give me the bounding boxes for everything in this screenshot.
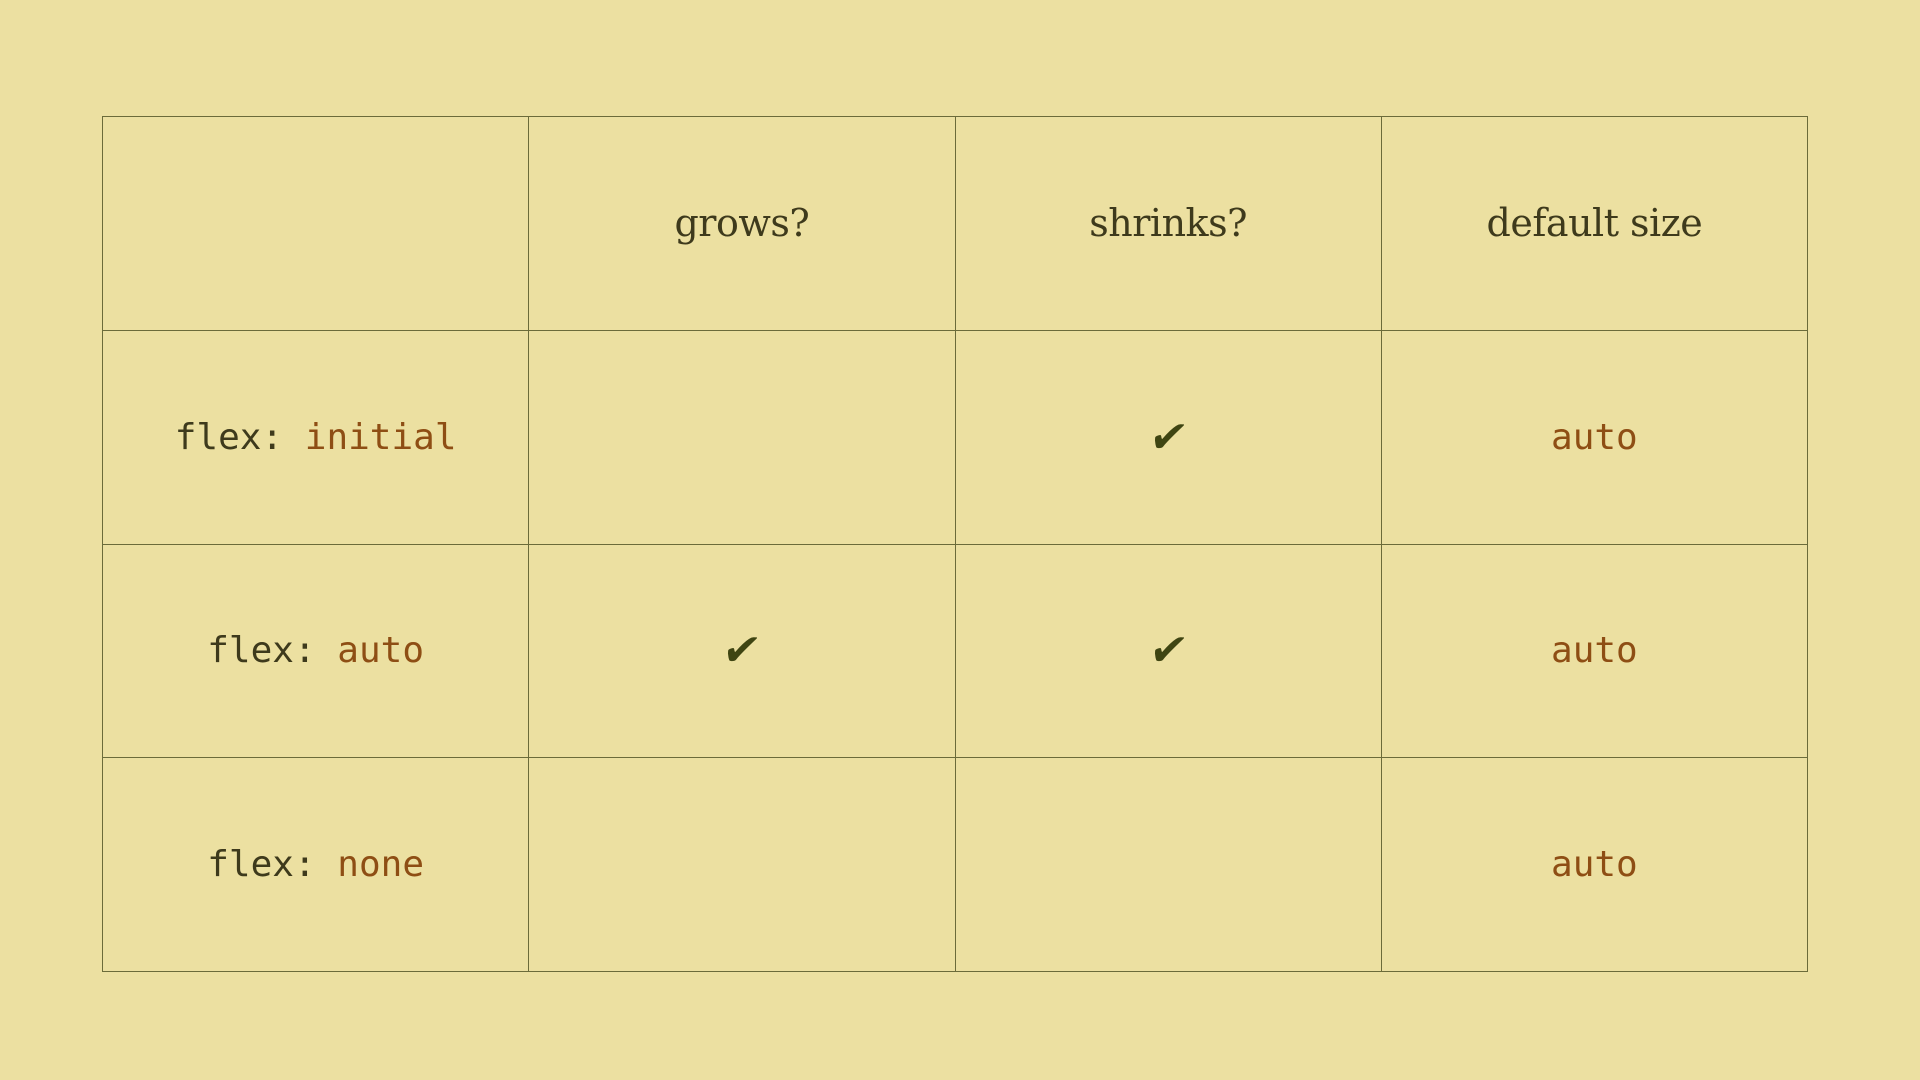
checkmark-icon: ✔ <box>1145 625 1192 677</box>
flex-comparison-table: grows? shrinks? default size flex: initi… <box>101 116 1809 972</box>
css-value: initial <box>304 416 457 458</box>
default-size-value: auto <box>1551 844 1638 886</box>
header-cell-shrinks: shrinks? <box>954 116 1382 331</box>
grows-cell <box>528 757 956 972</box>
checkmark-icon: ✔ <box>1145 411 1192 463</box>
shrinks-cell <box>954 757 1382 972</box>
flex-declaration: flex: initial <box>175 417 457 458</box>
shrinks-cell: ✔ <box>954 543 1382 759</box>
css-property: flex: <box>207 844 338 886</box>
table-row: flex: auto ✔ ✔ auto <box>101 543 1809 759</box>
table-row: flex: none auto <box>101 757 1809 972</box>
header-row: grows? shrinks? default size <box>101 116 1809 331</box>
default-size-cell: auto <box>1380 543 1809 759</box>
header-cell-default-size: default size <box>1380 116 1809 331</box>
table-row: flex: initial ✔ auto <box>101 329 1809 545</box>
header-grows-label: grows? <box>674 201 810 246</box>
flex-declaration: flex: none <box>207 844 424 885</box>
css-property: flex: <box>207 630 338 672</box>
default-size-cell: auto <box>1380 757 1809 972</box>
header-shrinks-label: shrinks? <box>1089 201 1247 246</box>
css-value: none <box>337 844 424 886</box>
default-size-value: auto <box>1551 630 1638 672</box>
flex-declaration: flex: auto <box>207 630 424 671</box>
checkmark-icon: ✔ <box>718 625 765 677</box>
header-default-size-label: default size <box>1486 201 1703 246</box>
grows-cell <box>528 329 956 545</box>
row-label-cell: flex: auto <box>101 543 530 759</box>
grows-cell: ✔ <box>528 543 956 759</box>
row-label-cell: flex: none <box>101 757 530 972</box>
header-cell-grows: grows? <box>528 116 956 331</box>
default-size-value: auto <box>1551 416 1638 458</box>
css-property: flex: <box>174 416 305 458</box>
header-cell-empty <box>101 116 530 331</box>
row-label-cell: flex: initial <box>101 329 530 545</box>
default-size-cell: auto <box>1380 329 1809 545</box>
css-value: auto <box>337 630 424 672</box>
shrinks-cell: ✔ <box>954 329 1382 545</box>
comparison-table-container: grows? shrinks? default size flex: initi… <box>101 116 1809 972</box>
